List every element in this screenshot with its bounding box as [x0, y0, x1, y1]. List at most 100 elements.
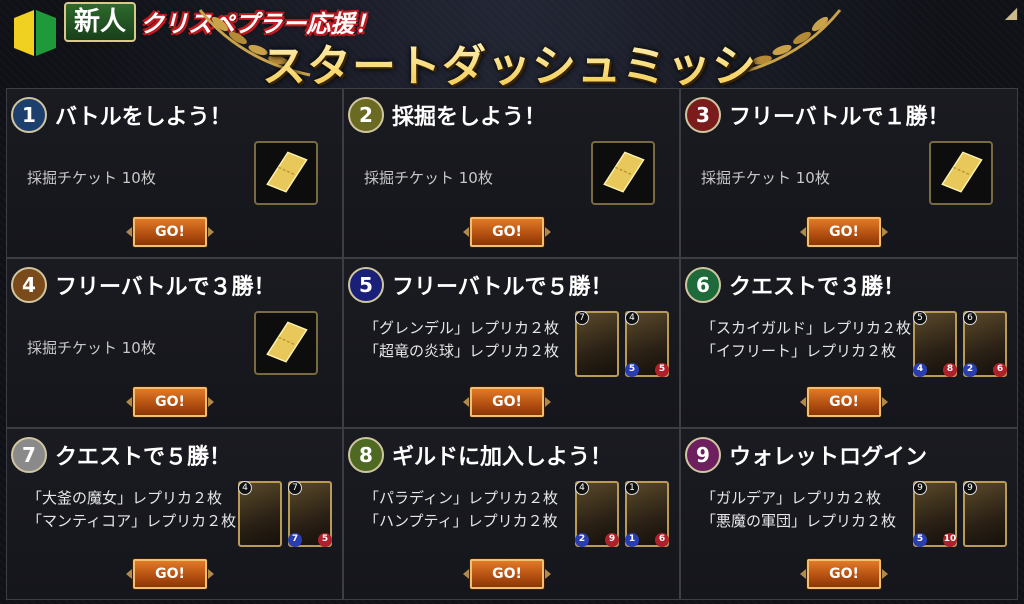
mission-card-4: 4 フリーバトルで３勝！ 採掘チケット 10枚 GO! [6, 258, 343, 428]
card-defense: 5 [318, 533, 332, 547]
reward-card-art: 6 2 6 [963, 311, 1007, 377]
mission-card-9: 9 ウォレットログイン 「ガルデア」レプリカ２枚 「悪魔の軍団」レプリカ２枚 9 5 10 9… [680, 428, 1018, 600]
mission-card-1: 1 バトルをしよう！ 採掘チケット 10枚 GO! [6, 88, 343, 258]
reward-list: 「パラディン」レプリカ２枚 「ハンプティ」レプリカ２枚 [364, 487, 558, 533]
mission-card-7: 7 クエストで５勝！ 「大釜の魔女」レプリカ２枚 「マンティコア」レプリカ２枚 4 7 7 5… [6, 428, 343, 600]
go-button[interactable]: GO! [126, 217, 214, 247]
card-cost: 7 [575, 311, 589, 325]
card-defense: 9 [605, 533, 619, 547]
go-button[interactable]: GO! [126, 559, 214, 589]
card-cost: 9 [913, 481, 927, 495]
mission-number-badge: 4 [11, 267, 47, 303]
beginner-mark-icon [14, 10, 56, 56]
reward-line: 「大釜の魔女」レプリカ２枚 [27, 489, 223, 507]
card-defense: 5 [655, 363, 669, 377]
mission-number-badge: 8 [348, 437, 384, 473]
reward-card-art: 5 4 8 [913, 311, 957, 377]
mission-card-2: 2 採掘をしよう！ 採掘チケット 10枚 GO! [343, 88, 680, 258]
mission-title: バトルをしよう！ [55, 105, 232, 130]
reward-line: 「スカイガルド」レプリカ２枚 [701, 319, 912, 337]
card-cost: 4 [238, 481, 252, 495]
card-cost: 6 [963, 311, 977, 325]
mission-card-3: 3 フリーバトルで１勝！ 採掘チケット 10枚 GO! [680, 88, 1018, 258]
mission-title: フリーバトルで３勝！ [55, 275, 276, 300]
reward-line: 「超竜の炎球」レプリカ２枚 [364, 342, 560, 360]
card-attack: 5 [625, 363, 639, 377]
mission-number-badge: 6 [685, 267, 721, 303]
beginner-badge: 新人 [64, 2, 137, 42]
mission-title: クエストで５勝！ [55, 445, 232, 470]
mission-title: フリーバトルで１勝！ [729, 105, 950, 130]
reward-line: 「グレンデル」レプリカ２枚 [364, 319, 560, 337]
mission-title: フリーバトルで５勝！ [392, 275, 613, 300]
corner-ornament-icon: ◢ [1004, 3, 1018, 22]
reward-text: 採掘チケット 10枚 [364, 169, 493, 187]
mission-title: ウォレットログイン [729, 445, 928, 470]
mission-grid: 1 バトルをしよう！ 採掘チケット 10枚 GO! 2 採掘をしよう！ 採掘チケット 10枚… [6, 88, 1018, 600]
ticket-icon [929, 141, 993, 205]
reward-card-images: 9 5 10 9 [913, 481, 1009, 551]
reward-card-art: 4 5 5 [625, 311, 669, 377]
card-attack: 4 [913, 363, 927, 377]
reward-list: 「スカイガルド」レプリカ２枚 「イフリート」レプリカ２枚 [701, 317, 911, 363]
card-attack: 1 [625, 533, 639, 547]
reward-line: 「パラディン」レプリカ２枚 [364, 489, 558, 507]
reward-card-art: 9 [963, 481, 1007, 547]
go-button[interactable]: GO! [800, 559, 888, 589]
mission-title: 採掘をしよう！ [392, 105, 547, 130]
mission-card-8: 8 ギルドに加入しよう！ 「パラディン」レプリカ２枚 「ハンプティ」レプリカ２枚 4 2 9… [343, 428, 680, 600]
card-cost: 5 [913, 311, 927, 325]
reward-card-images: 4 7 7 5 [238, 481, 334, 551]
reward-text: 採掘チケット 10枚 [701, 169, 830, 187]
ticket-icon [254, 311, 318, 375]
go-button[interactable]: GO! [463, 217, 551, 247]
card-defense: 8 [943, 363, 957, 377]
mission-number-badge: 5 [348, 267, 384, 303]
card-cost: 4 [625, 311, 639, 325]
reward-list: 「ガルデア」レプリカ２枚 「悪魔の軍団」レプリカ２枚 [701, 487, 896, 533]
reward-card-art: 9 5 10 [913, 481, 957, 547]
mission-title: クエストで３勝！ [729, 275, 906, 300]
reward-card-art: 1 1 6 [625, 481, 669, 547]
reward-line: 「マンティコア」レプリカ２枚 [27, 512, 237, 530]
card-attack: 2 [575, 533, 589, 547]
reward-line: 「イフリート」レプリカ２枚 [701, 342, 897, 360]
reward-list: 「グレンデル」レプリカ２枚 「超竜の炎球」レプリカ２枚 [364, 317, 559, 363]
mission-title: ギルドに加入しよう！ [392, 445, 613, 470]
ticket-icon [591, 141, 655, 205]
reward-card-art: 4 2 9 [575, 481, 619, 547]
reward-card-images: 429116 [575, 481, 671, 551]
mission-number-badge: 1 [11, 97, 47, 133]
go-button[interactable]: GO! [800, 387, 888, 417]
card-attack: 2 [963, 363, 977, 377]
go-button[interactable]: GO! [126, 387, 214, 417]
reward-list: 「大釜の魔女」レプリカ２枚 「マンティコア」レプリカ２枚 [27, 487, 236, 533]
reward-line: 「ガルデア」レプリカ２枚 [701, 489, 882, 507]
card-cost: 1 [625, 481, 639, 495]
ticket-icon [254, 141, 318, 205]
mission-card-6: 6 クエストで３勝！ 「スカイガルド」レプリカ２枚 「イフリート」レプリカ２枚 5 4 8 6… [680, 258, 1018, 428]
card-defense: 6 [655, 533, 669, 547]
mission-number-badge: 3 [685, 97, 721, 133]
mission-number-badge: 7 [11, 437, 47, 473]
mission-number-badge: 9 [685, 437, 721, 473]
go-button[interactable]: GO! [800, 217, 888, 247]
reward-card-art: 4 [238, 481, 282, 547]
mission-number-badge: 2 [348, 97, 384, 133]
header: 新人 クリスペプラー応援！ スタートダッシュミッション ◢ [0, 0, 1024, 156]
reward-text: 採掘チケット 10枚 [27, 169, 156, 187]
reward-line: 「ハンプティ」レプリカ２枚 [364, 512, 558, 530]
mission-card-5: 5 フリーバトルで５勝！ 「グレンデル」レプリカ２枚 「超竜の炎球」レプリカ２枚 7 4 5… [343, 258, 680, 428]
reward-line: 「悪魔の軍団」レプリカ２枚 [701, 512, 897, 530]
reward-card-images: 5 4 8 6 2 6 [913, 311, 1009, 381]
reward-card-art: 7 7 5 [288, 481, 332, 547]
card-cost: 9 [963, 481, 977, 495]
reward-text: 採掘チケット 10枚 [27, 339, 156, 357]
reward-card-images: 7 4 5 5 [575, 311, 671, 381]
go-button[interactable]: GO! [463, 387, 551, 417]
go-button[interactable]: GO! [463, 559, 551, 589]
reward-card-art: 7 [575, 311, 619, 377]
card-attack: 7 [288, 533, 302, 547]
card-cost: 7 [288, 481, 302, 495]
card-cost: 4 [575, 481, 589, 495]
